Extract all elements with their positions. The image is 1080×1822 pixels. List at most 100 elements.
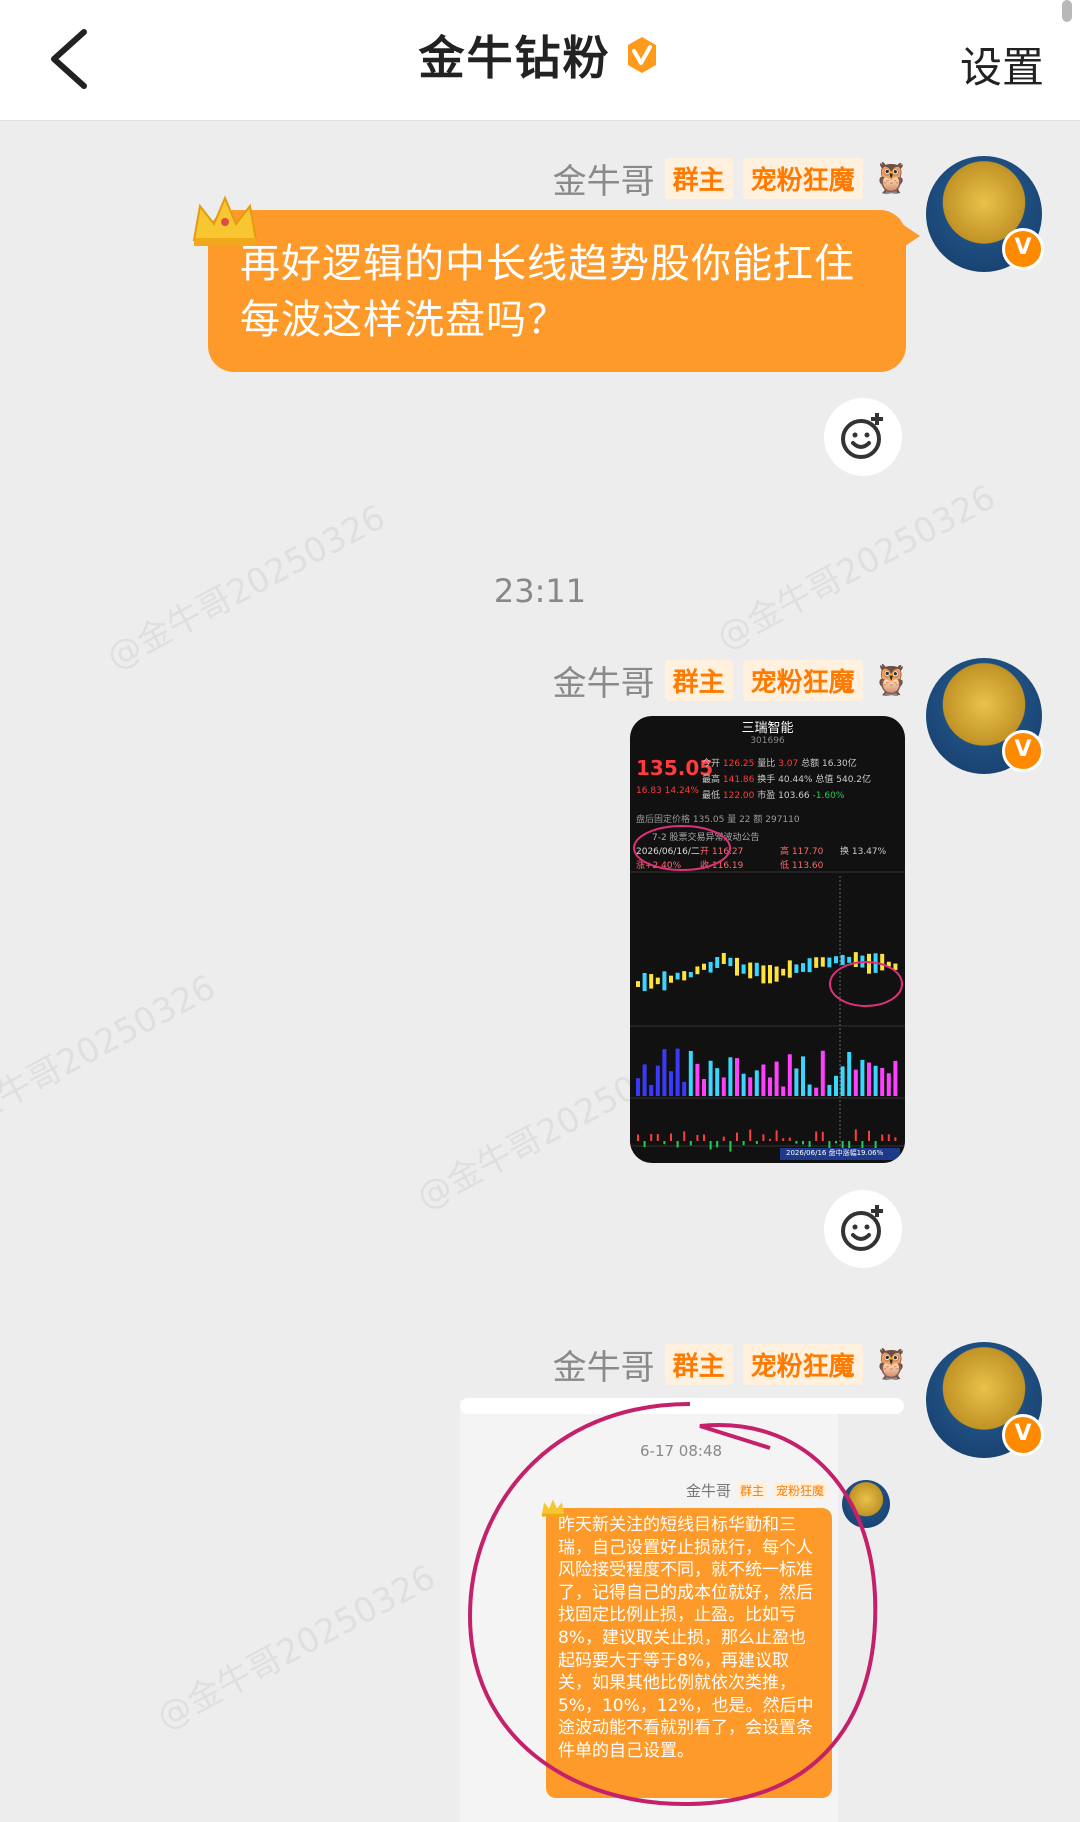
macd-bar: [802, 1141, 804, 1145]
candle: [669, 975, 673, 983]
candle: [880, 953, 885, 971]
role-tag: 群主: [664, 659, 733, 701]
volume-bar: [807, 1084, 812, 1096]
volume-bar: [728, 1057, 733, 1096]
candle: [787, 960, 792, 978]
watermark: @金牛哥20250326: [710, 477, 1003, 658]
candle: [748, 962, 753, 979]
role-tag: 群主: [664, 157, 733, 199]
volume-bar: [873, 1065, 878, 1096]
macd-bar: [722, 1136, 725, 1141]
volume-bar: [847, 1052, 852, 1096]
message-bubble[interactable]: 再好逻辑的中长线趋势股你能扛住每波这样洗盘吗？: [208, 210, 920, 372]
watermark: @金牛哥20250326: [150, 1557, 443, 1738]
macd-bar: [736, 1132, 738, 1141]
macd-bar: [762, 1134, 765, 1141]
verified-badge-icon: V: [1002, 730, 1044, 772]
volume-bar: [688, 1050, 693, 1096]
macd-bar: [729, 1141, 732, 1152]
volume-bar: [774, 1061, 779, 1096]
macd-bar: [716, 1141, 719, 1148]
sender-name: 金牛哥: [552, 663, 655, 704]
candle: [688, 972, 693, 978]
candle: [754, 962, 759, 977]
macd-bar: [709, 1141, 712, 1150]
candle: [847, 956, 852, 963]
macd-bar: [755, 1141, 758, 1144]
macd-bar: [795, 1141, 798, 1144]
candle: [814, 957, 819, 968]
owl-icon: 🦉: [872, 1346, 910, 1382]
volume-bar: [675, 1048, 680, 1096]
settings-button[interactable]: 设置: [960, 34, 1044, 95]
candle: [636, 981, 640, 987]
candle: [655, 977, 660, 985]
role-tag: 群主: [664, 1343, 733, 1385]
candle: [741, 964, 746, 974]
annotation-circle: [467, 1402, 878, 1807]
candle: [642, 972, 647, 992]
watermark: @金牛哥20250326: [0, 967, 223, 1148]
candle: [682, 971, 687, 981]
volume-bar: [768, 1077, 772, 1096]
candle: [768, 965, 772, 984]
message-meta: 金牛哥 群主 宠粉狂魔 🦉: [553, 656, 910, 704]
volume-bar: [893, 1060, 898, 1096]
volume-bar: [834, 1075, 838, 1096]
volume-bar: [748, 1077, 753, 1096]
stock-screenshot-image[interactable]: 三瑞智能 301696 135.05 16.83 14.24% 今开 126.2…: [630, 716, 905, 1163]
avatar[interactable]: V: [926, 156, 1044, 272]
volume-bar: [794, 1068, 799, 1096]
volume-bar: [682, 1081, 687, 1096]
macd-bar: [868, 1130, 870, 1141]
volume-bar: [715, 1068, 720, 1096]
scrollbar[interactable]: [1062, 0, 1072, 22]
candle: [721, 952, 726, 964]
volume-bar: [853, 1069, 858, 1096]
volume-bar: [735, 1058, 739, 1096]
candle: [820, 957, 825, 967]
macd-bar: [637, 1134, 639, 1141]
verified-badge-icon: V: [1002, 228, 1044, 270]
volume-bar: [761, 1064, 766, 1096]
macd-bar: [683, 1131, 686, 1141]
candle: [840, 954, 845, 966]
candle: [794, 964, 799, 973]
avatar[interactable]: V: [926, 1342, 1044, 1458]
candle: [708, 961, 713, 973]
volume-bar: [840, 1066, 845, 1096]
add-reaction-button[interactable]: [824, 1190, 902, 1268]
volume-bar: [702, 1079, 706, 1096]
add-reaction-button[interactable]: [824, 398, 902, 476]
candle: [675, 972, 680, 980]
volume-bar: [801, 1056, 805, 1096]
candle: [774, 966, 779, 982]
volume-bar: [721, 1077, 726, 1096]
macd-bar: [854, 1129, 857, 1141]
volume-bar: [886, 1073, 891, 1096]
avatar[interactable]: V: [926, 658, 1044, 774]
candle: [834, 956, 838, 964]
volume-bar: [741, 1073, 746, 1096]
candle: [867, 953, 871, 974]
chart-footer: 2026/06/16 盘中涨幅19.06%: [786, 1149, 884, 1157]
add-reaction-icon: [841, 1205, 883, 1251]
volume-bar: [649, 1084, 654, 1096]
candle: [761, 965, 766, 984]
macd-bar: [656, 1134, 659, 1141]
sender-name: 金牛哥: [552, 161, 655, 202]
candle: [853, 952, 858, 967]
timestamp: 23:11: [493, 572, 587, 610]
volume-bar: [669, 1071, 673, 1096]
volume-bar: [781, 1086, 786, 1096]
volume-bar: [695, 1063, 700, 1096]
volume-bar: [754, 1070, 759, 1096]
candle: [807, 958, 812, 973]
verified-badge-icon: [627, 37, 656, 73]
macd-bar: [894, 1137, 897, 1141]
title-tag: 宠粉狂魔: [742, 1343, 863, 1385]
volume-bar: [642, 1064, 647, 1096]
candle: [827, 957, 832, 968]
title-tag: 宠粉狂魔: [742, 157, 863, 199]
candlestick-chart: [630, 825, 905, 1160]
